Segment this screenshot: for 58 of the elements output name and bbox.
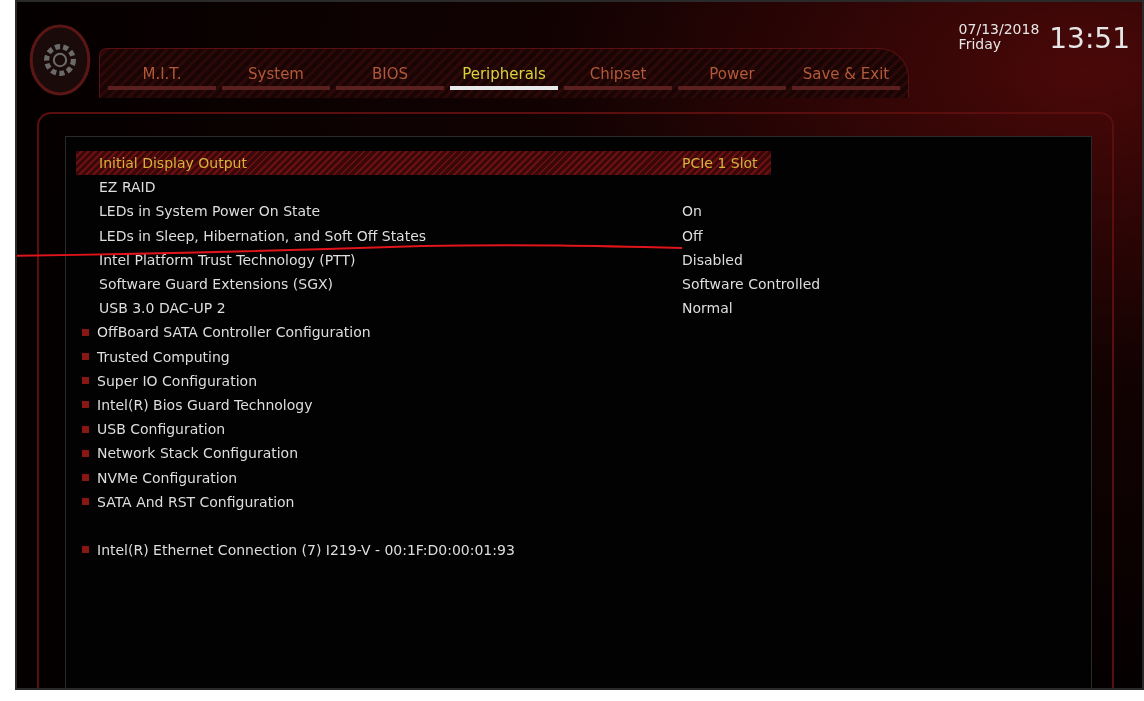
submenu-label: USB Configuration (96, 421, 226, 438)
setting-value[interactable]: Off (682, 227, 703, 244)
time-text: 13:51 (1049, 22, 1130, 55)
menu-tab[interactable]: Power (678, 63, 786, 90)
setting-label: LEDs in System Power On State (98, 203, 321, 220)
setting-row[interactable]: EZ RAID (76, 175, 1071, 200)
setting-label: Intel Platform Trust Technology (PTT) (98, 251, 356, 268)
submenu-label: Network Stack Configuration (96, 445, 299, 462)
menu-tab[interactable]: M.I.T. (108, 63, 216, 90)
menu-tab[interactable]: Save & Exit (792, 63, 900, 90)
bullet-icon (82, 474, 89, 482)
setting-label: Initial Display Output (98, 155, 247, 172)
submenu-label: Intel(R) Bios Guard Technology (96, 396, 313, 413)
submenu-label: Super IO Configuration (96, 372, 257, 389)
bullet-icon (82, 377, 89, 385)
date-text: 07/13/2018 (958, 22, 1040, 37)
submenu-row[interactable]: NVMe Configuration (76, 465, 1071, 490)
setting-label: USB 3.0 DAC-UP 2 (98, 300, 226, 317)
menu-tab[interactable]: Chipset (564, 63, 672, 90)
setting-label: EZ RAID (98, 179, 156, 196)
setting-value[interactable]: Software Controlled (682, 276, 821, 293)
submenu-row[interactable]: OffBoard SATA Controller Configuration (76, 320, 1071, 345)
submenu-label: NVMe Configuration (96, 469, 238, 486)
setting-value[interactable]: PCIe 1 Slot (682, 155, 758, 172)
submenu-row[interactable]: Trusted Computing (76, 344, 1071, 369)
setting-row[interactable]: Intel Platform Trust Technology (PTT) Disabled (76, 247, 1071, 272)
bullet-icon (82, 546, 89, 554)
submenu-label: Intel(R) Ethernet Connection (7) I219-V - 00:1F:D0:00:01:93 (96, 541, 515, 558)
setting-label: Software Guard Extensions (SGX) (98, 276, 334, 293)
setting-value[interactable]: Disabled (682, 251, 743, 268)
bullet-icon (82, 449, 89, 457)
setting-row[interactable]: LEDs in Sleep, Hibernation, and Soft Off States Off (76, 223, 1071, 248)
submenu-label: OffBoard SATA Controller Configuration (96, 324, 371, 341)
setting-row[interactable]: Initial Display Output PCIe 1 Slot (76, 151, 771, 176)
setting-label: LEDs in Sleep, Hibernation, and Soft Off States (98, 227, 427, 244)
submenu-row[interactable]: Super IO Configuration (76, 368, 1071, 393)
setting-row[interactable]: LEDs in System Power On State On (76, 199, 1071, 224)
weekday-text: Friday (958, 36, 1002, 52)
submenu-label: SATA And RST Configuration (96, 493, 295, 510)
menu-tab[interactable]: Peripherals (450, 63, 558, 90)
bullet-icon (82, 401, 89, 409)
setting-value[interactable]: Normal (682, 300, 733, 317)
setting-row[interactable]: USB 3.0 DAC-UP 2 Normal (76, 296, 1071, 321)
menu-tab[interactable]: System (222, 63, 330, 90)
menu-tab[interactable]: BIOS (336, 63, 444, 90)
submenu-row[interactable]: SATA And RST Configuration (76, 489, 1071, 514)
setting-row[interactable]: Software Guard Extensions (SGX) Software Controlled (76, 271, 1071, 297)
submenu-label: Trusted Computing (96, 348, 230, 365)
bullet-icon (82, 425, 89, 433)
submenu-row[interactable]: USB Configuration (76, 417, 1071, 442)
submenu-row[interactable]: Intel(R) Ethernet Connection (7) I219-V - 00:1F:D0:00:01:93 (76, 537, 1071, 562)
setting-value[interactable]: On (682, 203, 702, 220)
bullet-icon (82, 328, 89, 336)
submenu-row[interactable]: Intel(R) Bios Guard Technology (76, 392, 1071, 418)
submenu-row[interactable]: Network Stack Configuration (76, 441, 1071, 466)
gear-icon (29, 24, 91, 96)
bullet-icon (82, 353, 89, 361)
bullet-icon (82, 498, 89, 506)
